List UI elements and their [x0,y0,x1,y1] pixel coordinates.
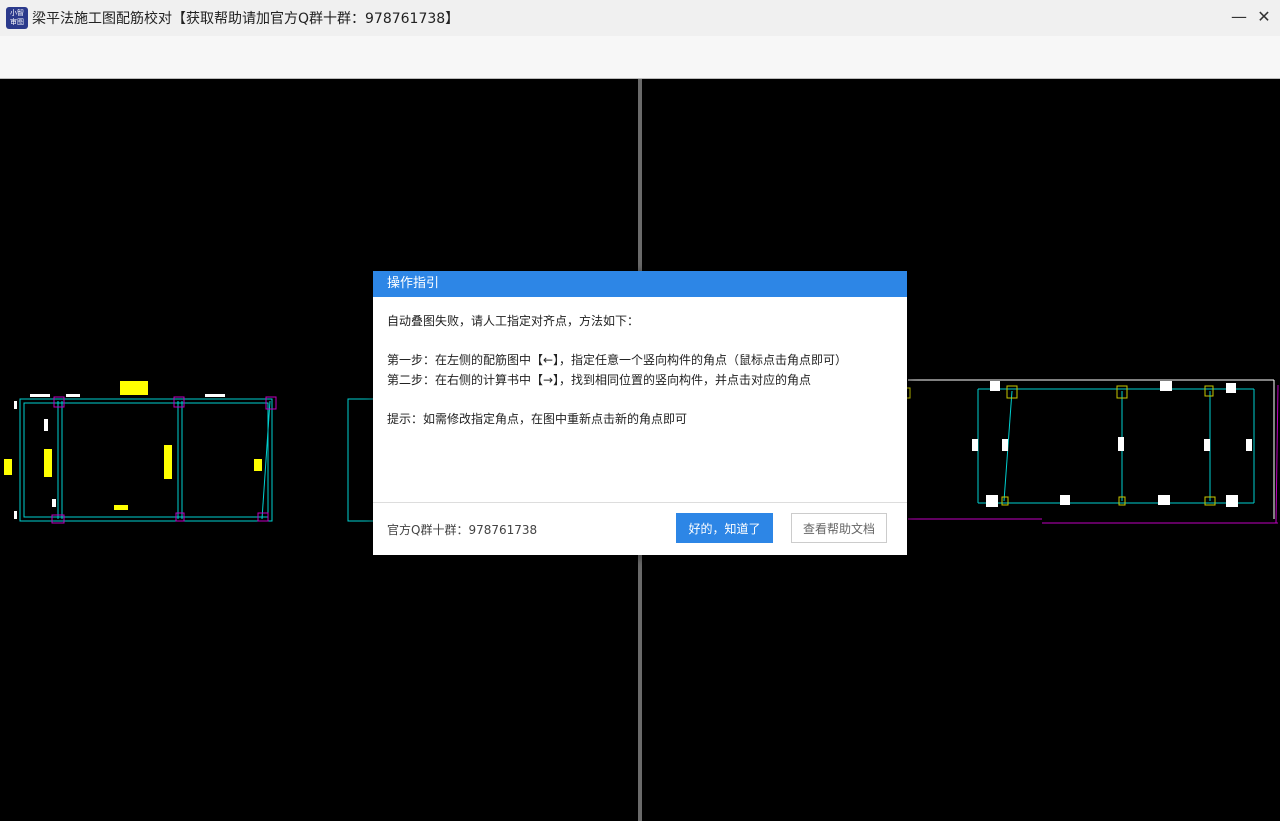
guide-dialog: 操作指引 自动叠图失败，请人工指定对齐点，方法如下： 第一步：在左侧的配筋图中【… [373,271,907,555]
qq-group-text: 官方Q群十群：978761738 [387,523,538,537]
dialog-step2: 第二步：在右侧的计算书中【→】，找到相同位置的竖向构件，并点击对应的角点 [387,373,812,387]
window-title: 梁平法施工图配筋校对【获取帮助请加官方Q群十群：978761738】 [32,11,460,27]
toolbar [0,36,1280,79]
app-logo-icon: 小智 审图 [6,7,28,29]
dialog-title: 操作指引 [373,271,907,297]
minimize-icon[interactable]: — [1228,6,1250,28]
title-bar: 小智 审图 梁平法施工图配筋校对【获取帮助请加官方Q群十群：978761738】… [0,0,1280,36]
dialog-body: 自动叠图失败，请人工指定对齐点，方法如下： 第一步：在左侧的配筋图中【←】，指定… [373,297,907,429]
ok-button[interactable]: 好的，知道了 [676,513,773,543]
dialog-tip: 提示：如需修改指定角点，在图中重新点击新的角点即可 [387,412,688,426]
dialog-footer: 官方Q群十群：978761738 好的，知道了 查看帮助文档 [373,502,907,555]
dialog-intro: 自动叠图失败，请人工指定对齐点，方法如下： [387,314,640,328]
dialog-step1: 第一步：在左侧的配筋图中【←】，指定任意一个竖向构件的角点（鼠标点击角点即可） [387,353,848,367]
help-doc-button[interactable]: 查看帮助文档 [791,513,887,543]
close-icon[interactable]: ✕ [1253,6,1275,28]
